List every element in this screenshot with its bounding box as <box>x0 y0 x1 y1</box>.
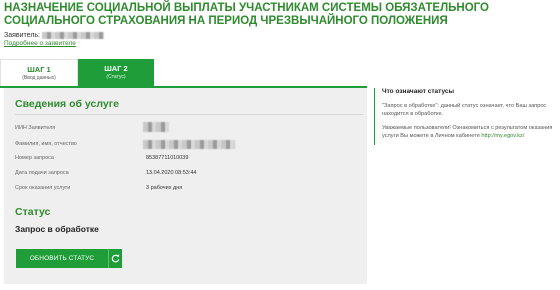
info-label: ИИН Заявителя <box>15 125 56 131</box>
iin-redacted <box>143 122 169 132</box>
status-title: Статус <box>15 206 51 218</box>
aside-status-description: "Запрос в обработке": данный статус озна… <box>382 103 547 117</box>
steps-bar: ШАГ 1 (Ввод данных) ШАГ 2 (Статус) <box>0 59 367 93</box>
section-divider <box>15 114 363 115</box>
refresh-icon-glyph <box>111 254 120 263</box>
info-label: Срок оказания услуги <box>15 185 71 191</box>
applicant-name-redacted <box>42 32 105 39</box>
info-value: 3 рабочих дня <box>146 185 183 191</box>
info-value: 13.04.2020 08:53:44 <box>146 170 197 176</box>
applicant-row: Заявитель: <box>4 32 105 39</box>
info-label: Дата подачи запроса <box>15 170 69 176</box>
refresh-status-label: ОБНОВИТЬ СТАТУС <box>29 255 95 262</box>
refresh-icon[interactable] <box>108 249 122 268</box>
page-title: НАЗНАЧЕНИЕ СОЦИАЛЬНОЙ ВЫПЛАТЫ УЧАСТНИКАМ… <box>4 2 489 27</box>
service-info-title: Сведения об услуге <box>15 98 119 110</box>
aside-result-text: Уважаемые пользователи! Ознакомиться с р… <box>382 125 553 139</box>
status-value: Запрос в обработке <box>15 224 99 234</box>
step-2-title: ШАГ 2 <box>104 64 128 73</box>
info-value: 85387711010039 <box>146 155 189 161</box>
step-1-subtitle: (Ввод данных) <box>22 75 56 81</box>
refresh-status-button[interactable]: ОБНОВИТЬ СТАТУС <box>16 249 122 268</box>
info-row-request-number: Номер запроса 85387711010039 <box>15 152 360 165</box>
info-label: Фамилия, имя, отчество <box>15 141 77 147</box>
aside-title: Что означают статусы <box>382 88 455 95</box>
step-1-title: ШАГ 1 <box>27 65 51 74</box>
step-1-tab[interactable]: ШАГ 1 (Ввод данных) <box>0 59 78 86</box>
step-2-tab[interactable]: ШАГ 2 (Статус) <box>78 59 154 93</box>
info-row-service-term: Срок оказания услуги 3 рабочих дня <box>15 182 360 195</box>
aside-result-note: Уважаемые пользователи! Ознакомиться с р… <box>382 124 557 140</box>
info-row-fullname: Фамилия, имя, отчество <box>15 138 360 151</box>
info-row-request-date: Дата подачи запроса 13.04.2020 08:53:44 <box>15 167 360 180</box>
aside-accent-line <box>374 88 375 145</box>
step-2-subtitle: (Статус) <box>106 74 126 80</box>
info-label: Номер запроса <box>15 155 54 161</box>
applicant-label: Заявитель: <box>4 32 41 39</box>
service-panel: Сведения об услуге ИИН Заявителя Фамилия… <box>4 88 367 284</box>
fullname-redacted <box>143 140 235 149</box>
applicant-details-link[interactable]: Подробнее о заявителе <box>4 40 76 47</box>
egov-link[interactable]: http://my.egov.kz/ <box>481 133 524 139</box>
info-row-iin: ИИН Заявителя <box>15 122 360 135</box>
